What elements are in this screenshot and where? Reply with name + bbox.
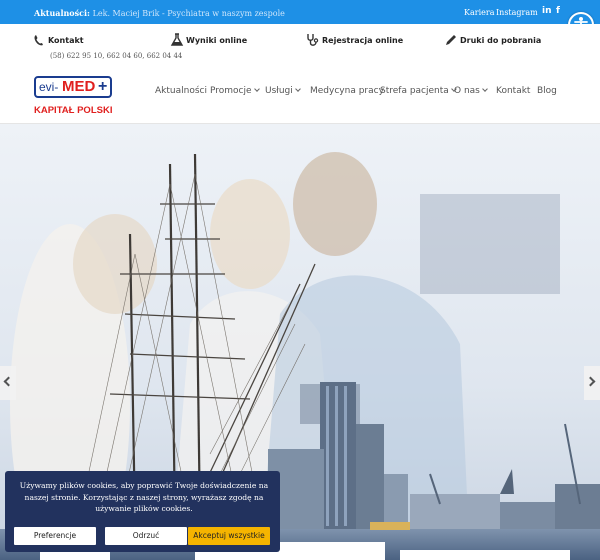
phone-icon [34, 35, 43, 46]
main-navbar: evi- MED + KAPITAŁ POLSKI Aktualności Pr… [0, 68, 600, 124]
pen-icon [446, 35, 456, 45]
nav-item-strefa-pacjenta[interactable]: Strefa pacjenta [380, 86, 457, 96]
chevron-down-icon [253, 86, 260, 92]
nav-item-promocje[interactable]: Promocje [210, 86, 260, 96]
top-bar: Aktualności: Lek. Maciej Brik - Psychiat… [0, 0, 600, 24]
logo-box: evi- MED + [34, 76, 112, 98]
nav-label: Strefa pacjenta [380, 86, 449, 96]
news-ticker[interactable]: Aktualności: Lek. Maciej Brik - Psychiat… [34, 8, 285, 18]
news-label: Aktualności: [34, 8, 91, 18]
chevron-right-icon [585, 376, 596, 387]
chevron-left-icon [3, 376, 14, 387]
cookie-banner: Używamy plików cookies, aby poprawić Two… [5, 471, 280, 552]
logo-prefix: evi- [39, 80, 59, 94]
flask-icon [170, 33, 184, 46]
phone-label: Kontakt [48, 36, 84, 45]
logo[interactable]: evi- MED + KAPITAŁ POLSKI [34, 76, 116, 122]
forms-label: Druki do pobrania [460, 36, 542, 45]
career-link[interactable]: Kariera [464, 8, 494, 17]
logo-subtitle: KAPITAŁ POLSKI [34, 105, 113, 116]
results-label: Wyniki online [186, 36, 248, 45]
phone-numbers[interactable]: (58) 622 95 10, 662 04 60, 662 04 44 [50, 52, 182, 60]
chevron-down-icon [482, 86, 488, 92]
contact-row: Kontakt Wyniki online Rejestracja online… [0, 24, 600, 68]
nav-label: Promocje [210, 86, 252, 96]
nav-item-o-nas[interactable]: O nas [454, 86, 488, 96]
instagram-link[interactable]: Instagram [496, 8, 538, 17]
cookie-accept-button[interactable]: Akceptuj wszystkie [188, 527, 270, 545]
chevron-down-icon [294, 86, 301, 92]
cookie-reject-button[interactable]: Odrzuć [105, 527, 187, 545]
nav-label: Medycyna pracy [310, 86, 384, 96]
cookie-preferences-button[interactable]: Preferencje [14, 527, 96, 545]
slider-prev-button[interactable] [0, 366, 16, 400]
registration-label: Rejestracja online [322, 36, 404, 45]
logo-plus: + [98, 78, 108, 95]
nav-item-kontakt[interactable]: Kontakt [496, 86, 530, 96]
cookie-text: Używamy plików cookies, aby poprawić Two… [19, 481, 269, 513]
nav-label: O nas [454, 86, 480, 96]
news-text[interactable]: Lek. Maciej Brik - Psychiatra w naszym z… [93, 9, 285, 18]
nav-label: Aktualności [155, 86, 207, 96]
nav-item-uslugi[interactable]: Usługi [265, 86, 301, 96]
nav-label: Kontakt [496, 86, 531, 96]
nav-item-blog[interactable]: Blog [537, 86, 557, 96]
nav-label: Usługi [265, 86, 293, 96]
linkedin-icon[interactable]: in [542, 6, 552, 16]
nav-item-aktualnosci[interactable]: Aktualności [155, 86, 207, 96]
slider-next-button[interactable] [584, 366, 600, 400]
nav-item-medycyna-pracy[interactable]: Medycyna pracy [310, 86, 384, 96]
logo-brand: MED [62, 78, 96, 95]
facebook-icon[interactable]: f [556, 6, 560, 16]
stethoscope-icon [307, 34, 319, 46]
nav-label: Blog [537, 86, 557, 96]
